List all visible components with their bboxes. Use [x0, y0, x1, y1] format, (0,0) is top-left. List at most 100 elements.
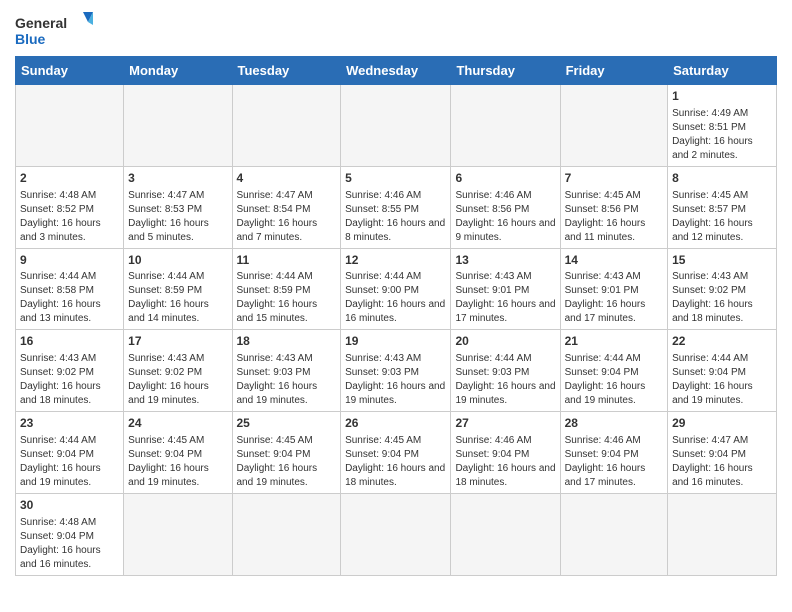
logo-svg: General Blue	[15, 10, 95, 50]
calendar-week-3: 16 Sunrise: 4:43 AM Sunset: 9:02 PM Dayli…	[16, 330, 777, 412]
calendar-cell: 21Sunrise: 4:44 AM Sunset: 9:04 PM Dayli…	[560, 330, 667, 412]
calendar-cell	[668, 493, 777, 575]
calendar-header-row: SundayMondayTuesdayWednesdayThursdayFrid…	[16, 57, 777, 85]
calendar-cell: 23 Sunrise: 4:44 AM Sunset: 9:04 PM Dayli…	[16, 412, 124, 494]
day-number: 9	[20, 252, 119, 269]
day-header-thursday: Thursday	[451, 57, 560, 85]
calendar-cell	[124, 85, 232, 167]
calendar-cell: 2Sunrise: 4:48 AM Sunset: 8:52 PM Daylig…	[16, 166, 124, 248]
calendar-cell: 25 Sunrise: 4:45 AM Sunset: 9:04 PM Dayli…	[232, 412, 341, 494]
day-number: 23	[20, 415, 119, 432]
calendar-cell: 13Sunrise: 4:43 AM Sunset: 9:01 PM Dayli…	[451, 248, 560, 330]
day-number: 8	[672, 170, 772, 187]
calendar-cell: 14Sunrise: 4:43 AM Sunset: 9:01 PM Dayli…	[560, 248, 667, 330]
calendar-cell	[232, 85, 341, 167]
day-info: Sunrise: 4:45 AM Sunset: 8:57 PM Dayligh…	[672, 189, 772, 245]
day-info: Sunrise: 4:46 AM Sunset: 9:04 PM Dayligh…	[565, 434, 663, 490]
calendar-cell: 22 Sunrise: 4:44 AM Sunset: 9:04 PM Dayli…	[668, 330, 777, 412]
calendar-cell: 17Sunrise: 4:43 AM Sunset: 9:02 PM Dayli…	[124, 330, 232, 412]
day-info: Sunrise: 4:44 AM Sunset: 9:04 PM Dayligh…	[20, 434, 119, 490]
calendar-cell: 29Sunrise: 4:47 AM Sunset: 9:04 PM Dayli…	[668, 412, 777, 494]
calendar-week-2: 9Sunrise: 4:44 AM Sunset: 8:58 PM Daylig…	[16, 248, 777, 330]
day-info: Sunrise: 4:44 AM Sunset: 8:58 PM Dayligh…	[20, 270, 119, 326]
day-info: Sunrise: 4:43 AM Sunset: 9:02 PM Dayligh…	[20, 352, 119, 408]
calendar-week-4: 23 Sunrise: 4:44 AM Sunset: 9:04 PM Dayli…	[16, 412, 777, 494]
calendar-cell: 18Sunrise: 4:43 AM Sunset: 9:03 PM Dayli…	[232, 330, 341, 412]
calendar-cell: 26 Sunrise: 4:45 AM Sunset: 9:04 PM Dayli…	[341, 412, 451, 494]
day-info: Sunrise: 4:49 AM Sunset: 8:51 PM Dayligh…	[672, 107, 772, 163]
day-number: 1	[672, 88, 772, 105]
day-number: 15	[672, 252, 772, 269]
day-number: 28	[565, 415, 663, 432]
svg-text:Blue: Blue	[15, 31, 46, 47]
calendar-week-5: 30 Sunrise: 4:48 AM Sunset: 9:04 PM Dayli…	[16, 493, 777, 575]
calendar-cell	[124, 493, 232, 575]
calendar-cell: 10Sunrise: 4:44 AM Sunset: 8:59 PM Dayli…	[124, 248, 232, 330]
calendar-week-1: 2Sunrise: 4:48 AM Sunset: 8:52 PM Daylig…	[16, 166, 777, 248]
day-info: Sunrise: 4:45 AM Sunset: 8:56 PM Dayligh…	[565, 189, 663, 245]
day-info: Sunrise: 4:43 AM Sunset: 9:01 PM Dayligh…	[565, 270, 663, 326]
day-header-saturday: Saturday	[668, 57, 777, 85]
day-number: 22	[672, 333, 772, 350]
day-info: Sunrise: 4:47 AM Sunset: 9:04 PM Dayligh…	[672, 434, 772, 490]
calendar-cell: 7 Sunrise: 4:45 AM Sunset: 8:56 PM Daylig…	[560, 166, 667, 248]
calendar-cell	[451, 493, 560, 575]
day-info: Sunrise: 4:45 AM Sunset: 9:04 PM Dayligh…	[237, 434, 337, 490]
day-info: Sunrise: 4:46 AM Sunset: 8:55 PM Dayligh…	[345, 189, 446, 245]
day-info: Sunrise: 4:47 AM Sunset: 8:54 PM Dayligh…	[237, 189, 337, 245]
calendar-cell: 8 Sunrise: 4:45 AM Sunset: 8:57 PM Daylig…	[668, 166, 777, 248]
day-number: 16	[20, 333, 119, 350]
svg-text:General: General	[15, 15, 67, 31]
day-info: Sunrise: 4:48 AM Sunset: 9:04 PM Dayligh…	[20, 516, 119, 572]
calendar-cell: 16 Sunrise: 4:43 AM Sunset: 9:02 PM Dayli…	[16, 330, 124, 412]
day-info: Sunrise: 4:44 AM Sunset: 9:03 PM Dayligh…	[455, 352, 555, 408]
day-info: Sunrise: 4:43 AM Sunset: 9:03 PM Dayligh…	[345, 352, 446, 408]
day-number: 30	[20, 497, 119, 514]
day-number: 27	[455, 415, 555, 432]
day-header-sunday: Sunday	[16, 57, 124, 85]
day-info: Sunrise: 4:43 AM Sunset: 9:01 PM Dayligh…	[455, 270, 555, 326]
day-info: Sunrise: 4:43 AM Sunset: 9:03 PM Dayligh…	[237, 352, 337, 408]
header: General Blue	[15, 10, 777, 50]
logo: General Blue	[15, 10, 95, 50]
calendar-cell: 4 Sunrise: 4:47 AM Sunset: 8:54 PM Daylig…	[232, 166, 341, 248]
day-info: Sunrise: 4:44 AM Sunset: 9:04 PM Dayligh…	[672, 352, 772, 408]
calendar-cell: 11Sunrise: 4:44 AM Sunset: 8:59 PM Dayli…	[232, 248, 341, 330]
day-number: 19	[345, 333, 446, 350]
day-info: Sunrise: 4:46 AM Sunset: 9:04 PM Dayligh…	[455, 434, 555, 490]
calendar-cell: 24Sunrise: 4:45 AM Sunset: 9:04 PM Dayli…	[124, 412, 232, 494]
day-number: 20	[455, 333, 555, 350]
calendar-cell: 15Sunrise: 4:43 AM Sunset: 9:02 PM Dayli…	[668, 248, 777, 330]
day-info: Sunrise: 4:44 AM Sunset: 9:04 PM Dayligh…	[565, 352, 663, 408]
day-number: 5	[345, 170, 446, 187]
day-number: 25	[237, 415, 337, 432]
calendar-cell	[16, 85, 124, 167]
day-info: Sunrise: 4:43 AM Sunset: 9:02 PM Dayligh…	[128, 352, 227, 408]
day-info: Sunrise: 4:45 AM Sunset: 9:04 PM Dayligh…	[345, 434, 446, 490]
day-info: Sunrise: 4:44 AM Sunset: 8:59 PM Dayligh…	[237, 270, 337, 326]
day-number: 13	[455, 252, 555, 269]
day-header-wednesday: Wednesday	[341, 57, 451, 85]
day-number: 26	[345, 415, 446, 432]
day-number: 7	[565, 170, 663, 187]
day-info: Sunrise: 4:48 AM Sunset: 8:52 PM Dayligh…	[20, 189, 119, 245]
calendar-cell	[560, 85, 667, 167]
day-header-friday: Friday	[560, 57, 667, 85]
calendar-cell: 30 Sunrise: 4:48 AM Sunset: 9:04 PM Dayli…	[16, 493, 124, 575]
day-info: Sunrise: 4:44 AM Sunset: 8:59 PM Dayligh…	[128, 270, 227, 326]
day-number: 4	[237, 170, 337, 187]
calendar-cell	[341, 493, 451, 575]
calendar-cell: 12Sunrise: 4:44 AM Sunset: 9:00 PM Dayli…	[341, 248, 451, 330]
calendar-cell: 9Sunrise: 4:44 AM Sunset: 8:58 PM Daylig…	[16, 248, 124, 330]
day-number: 3	[128, 170, 227, 187]
calendar-week-0: 1 Sunrise: 4:49 AM Sunset: 8:51 PM Daylig…	[16, 85, 777, 167]
calendar-cell: 28 Sunrise: 4:46 AM Sunset: 9:04 PM Dayli…	[560, 412, 667, 494]
day-info: Sunrise: 4:44 AM Sunset: 9:00 PM Dayligh…	[345, 270, 446, 326]
day-header-monday: Monday	[124, 57, 232, 85]
day-info: Sunrise: 4:43 AM Sunset: 9:02 PM Dayligh…	[672, 270, 772, 326]
day-info: Sunrise: 4:47 AM Sunset: 8:53 PM Dayligh…	[128, 189, 227, 245]
calendar-cell	[232, 493, 341, 575]
calendar-cell: 19 Sunrise: 4:43 AM Sunset: 9:03 PM Dayli…	[341, 330, 451, 412]
day-info: Sunrise: 4:46 AM Sunset: 8:56 PM Dayligh…	[455, 189, 555, 245]
calendar-cell: 5 Sunrise: 4:46 AM Sunset: 8:55 PM Daylig…	[341, 166, 451, 248]
